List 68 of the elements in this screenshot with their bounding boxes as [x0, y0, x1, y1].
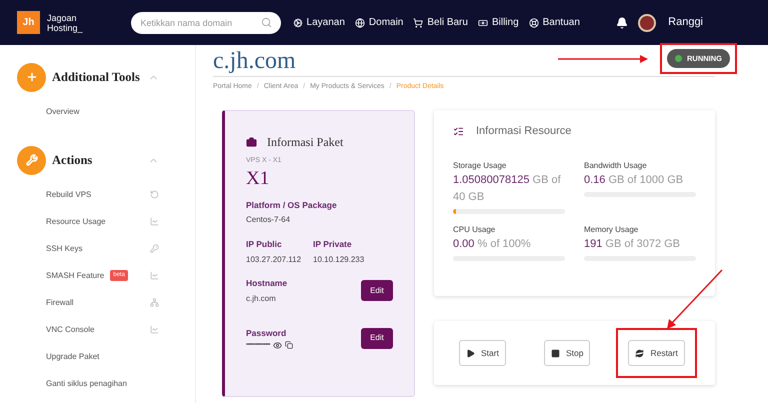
- field-label: Password: [246, 326, 288, 340]
- resource-value: 0.00 % of 100%: [453, 236, 532, 252]
- cart-icon: [413, 18, 424, 28]
- notification-icon[interactable]: [616, 16, 628, 28]
- stop-icon: [550, 348, 560, 358]
- section-title[interactable]: Actions: [52, 150, 92, 170]
- edit-button[interactable]: Edit: [361, 328, 393, 349]
- action-icon: [150, 298, 159, 307]
- briefcase-icon: [246, 136, 257, 148]
- field-label: Platform / OS Package: [246, 198, 338, 212]
- resource-value: 191 GB of 3072 GB: [584, 236, 682, 252]
- page-title: c.jh.com: [213, 46, 296, 76]
- card-title: Informasi Paket: [267, 134, 344, 151]
- field-value: c.jh.com: [246, 292, 277, 305]
- action-icon: [150, 217, 159, 226]
- nav-link[interactable]: Beli Baru: [413, 15, 468, 30]
- user-name[interactable]: Ranggi: [668, 14, 703, 31]
- section-icon: [17, 146, 46, 174]
- sidebar-item[interactable]: Firewall: [46, 296, 74, 308]
- field-label: IP Public: [246, 238, 283, 251]
- sidebar-item[interactable]: Overview: [46, 106, 80, 118]
- resource-value: 1.05080078125 GB of 40 GB: [453, 172, 562, 204]
- action-icon: [150, 271, 159, 280]
- field-value: 10.10.129.233: [313, 254, 364, 266]
- resource-label: CPU Usage: [453, 224, 496, 236]
- sidebar-item[interactable]: VNC Console: [46, 324, 94, 336]
- sidebar-item[interactable]: Upgrade Paket: [46, 350, 100, 362]
- field-label: Hostname: [246, 277, 288, 290]
- search-field[interactable]: Ketikkan nama domain: [130, 12, 281, 34]
- logo-text: Jagoan: [47, 12, 77, 22]
- sidebar-item[interactable]: SSH Keys: [46, 242, 82, 254]
- sidebar-item[interactable]: Ganti siklus penagihan: [46, 378, 127, 390]
- copy-icon[interactable]: [285, 341, 294, 349]
- banknote-icon: [478, 18, 488, 28]
- action-icon: [150, 325, 159, 334]
- sidebar-item[interactable]: Rebuild VPS: [46, 188, 92, 200]
- card-title: Informasi Resource: [476, 124, 572, 139]
- stop-button[interactable]: Stop: [544, 340, 590, 366]
- nav-link[interactable]: Domain: [354, 15, 404, 30]
- nav-link[interactable]: Layanan: [292, 15, 345, 30]
- field-label: IP Private: [313, 238, 353, 251]
- package-name: X1: [246, 166, 270, 190]
- section-title[interactable]: Additional Tools: [52, 68, 140, 86]
- resource-label: Bandwidth Usage: [584, 160, 648, 172]
- action-icon: [150, 244, 159, 253]
- gear-icon: [292, 18, 303, 28]
- logo-text: Hosting_: [47, 22, 83, 32]
- sidebar-item[interactable]: Resource Usage: [46, 216, 106, 228]
- edit-button[interactable]: Edit: [361, 280, 393, 302]
- checklist-icon: [453, 126, 464, 137]
- field-value: Centos-7-64: [246, 214, 292, 226]
- eye-icon[interactable]: [273, 340, 282, 350]
- start-button[interactable]: Start: [459, 340, 506, 366]
- section-icon: [17, 62, 46, 92]
- resource-value: 0.16 GB of 1000 GB: [584, 172, 684, 188]
- nav-link[interactable]: Billing: [478, 15, 519, 30]
- globe-icon: [354, 18, 365, 28]
- nav-link[interactable]: Bantuan: [528, 15, 580, 30]
- play-icon: [466, 348, 475, 358]
- action-icon: [150, 190, 159, 199]
- lifebuoy-icon: [528, 18, 539, 28]
- resource-label: Memory Usage: [584, 224, 640, 236]
- sidebar-item[interactable]: SMASH Feature: [46, 270, 104, 282]
- restart-button[interactable]: Restart: [628, 340, 685, 366]
- field-value: 103.27.207.112: [246, 254, 302, 266]
- resource-label: Storage Usage: [453, 160, 508, 172]
- refresh-icon: [635, 348, 644, 358]
- avatar[interactable]: [638, 14, 656, 32]
